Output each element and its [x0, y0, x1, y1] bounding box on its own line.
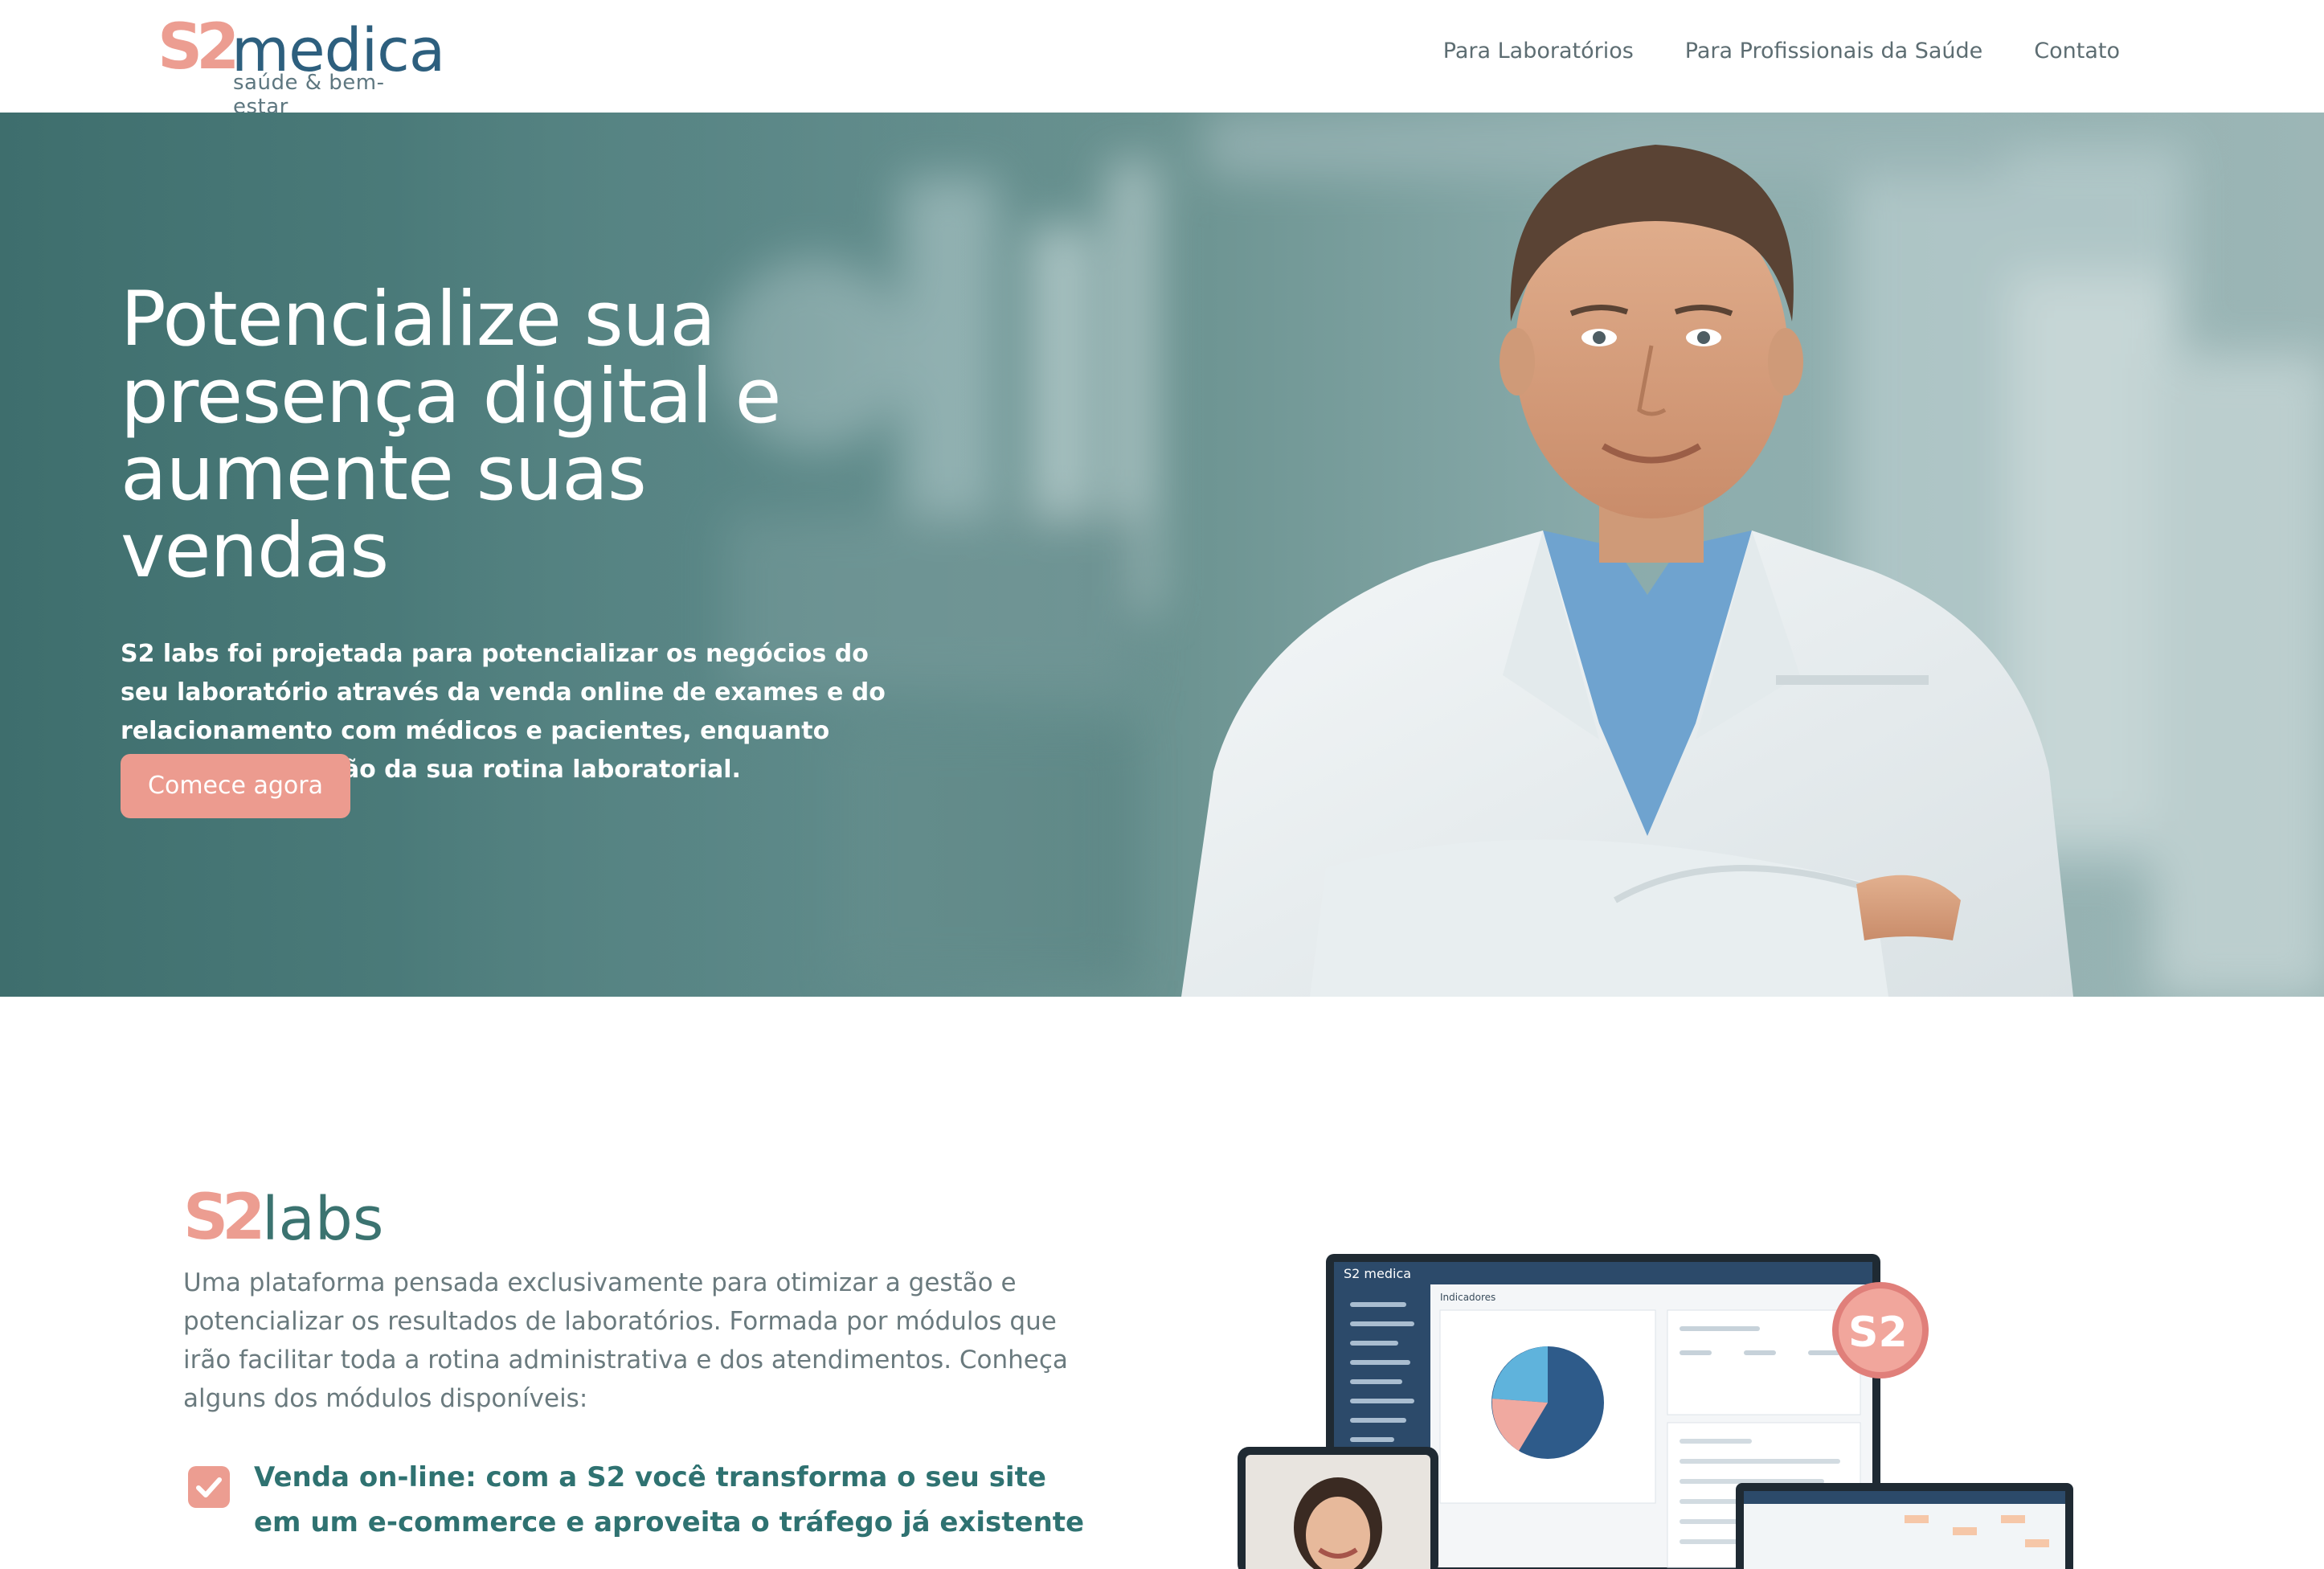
doctor-photo [1181, 145, 2073, 997]
labs-logo-wordmark: labs [262, 1185, 384, 1254]
hero-description-brand: S2 labs [121, 640, 219, 668]
main-nav: Para Laboratórios Para Profissionais da … [1443, 35, 2120, 68]
nav-link-laboratorios[interactable]: Para Laboratórios [1443, 35, 1634, 68]
site-header: S2 medica saúde & bem-estar Para Laborat… [0, 0, 2324, 119]
mockup-badge-text: S2 [1848, 1309, 1908, 1357]
hero-banner: Potencialize sua presença digital e aume… [0, 113, 2324, 997]
logo-mark: S2 [158, 11, 239, 84]
mockup-dashboard-title: Indicadores [1440, 1292, 1495, 1303]
hero-title-line: aumente suas vendas [121, 430, 647, 595]
nav-link-contato[interactable]: Contato [2034, 35, 2120, 68]
logo-tagline: saúde & bem-estar [233, 71, 385, 119]
hero-title: Potencialize sua presença digital e aume… [121, 281, 924, 590]
hero-title-line: Potencialize sua [121, 276, 716, 363]
hero-title-line: presença digital e [121, 353, 781, 440]
nav-link-profissionais[interactable]: Para Profissionais da Saúde [1685, 35, 1982, 68]
comece-agora-button[interactable]: Comece agora [121, 754, 350, 818]
feature-text: Venda on-line: com a S2 você transforma … [254, 1461, 1085, 1538]
labs-description: Uma plataforma pensada exclusivamente pa… [183, 1268, 1068, 1413]
mockup-brand-text: S2 medica [1344, 1266, 1411, 1281]
hero-copy: Potencialize sua presença digital e aume… [121, 281, 924, 789]
s2-labs-logo: S2 labs [183, 1182, 440, 1254]
checkbox-check-icon [188, 1466, 230, 1508]
s2-medica-logo[interactable]: S2 medica saúde & bem-estar [158, 11, 445, 119]
labs-logo-mark: S2 [183, 1182, 265, 1254]
devices-mockup-image: S2 medica Indicadores S2 [1238, 1254, 2073, 1569]
